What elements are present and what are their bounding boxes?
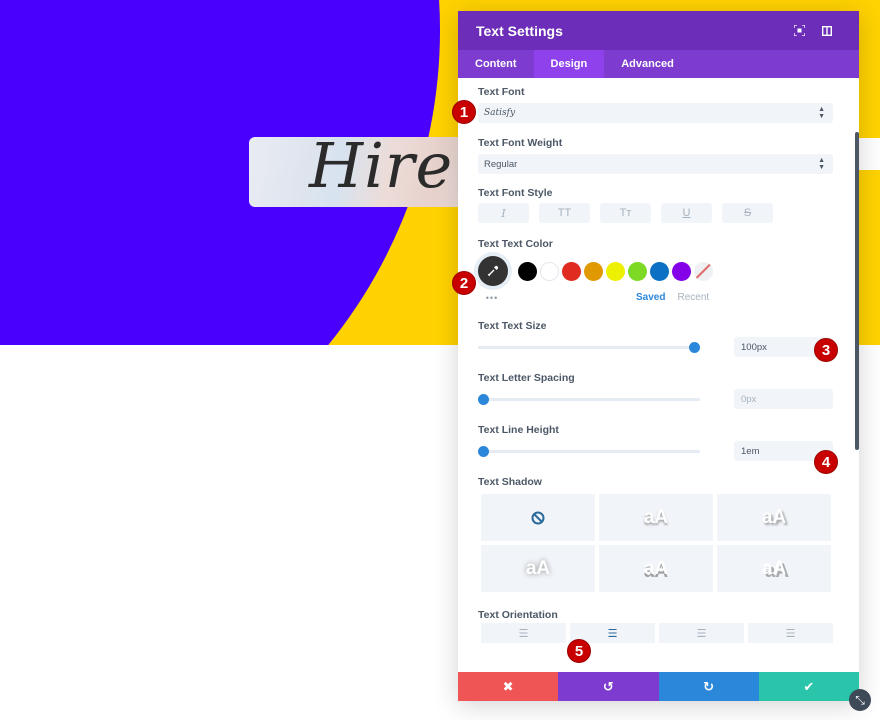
resize-handle-icon[interactable]: ⤡ <box>849 689 871 711</box>
align-left-icon: ☰ <box>518 627 529 640</box>
hire-me-headline: Hire m <box>309 137 479 202</box>
redo-button[interactable]: ↻ <box>658 672 759 701</box>
annotation-badge-3: 3 <box>814 338 838 362</box>
underline-button[interactable]: U <box>661 203 712 223</box>
close-icon: ✖ <box>502 678 514 694</box>
panel-header: Text Settings <box>458 11 859 50</box>
shadow-none-option[interactable] <box>481 494 595 541</box>
shadow-option-5[interactable]: aA <box>717 545 831 592</box>
uppercase-icon: TT <box>557 207 572 219</box>
uppercase-button[interactable]: TT <box>539 203 590 223</box>
text-font-weight-select[interactable]: Regular ▲ ▼ <box>478 154 833 174</box>
align-left-button[interactable]: ☰ <box>481 623 566 643</box>
text-size-label: Text Text Size <box>478 320 547 332</box>
more-colors-icon[interactable]: ••• <box>478 293 506 303</box>
text-font-weight-value: Regular <box>484 158 518 170</box>
swatch-red[interactable] <box>562 261 581 281</box>
swatch-no-color[interactable] <box>694 261 713 281</box>
letter-spacing-slider-knob[interactable] <box>478 393 489 405</box>
discard-button[interactable]: ✖ <box>458 672 559 701</box>
annotation-badge-2: 2 <box>452 271 476 295</box>
strikethrough-icon: S <box>743 207 752 219</box>
eyedropper-icon <box>487 265 499 277</box>
underline-icon: U <box>682 207 691 219</box>
letter-spacing-slider[interactable] <box>478 393 700 405</box>
swatch-black[interactable] <box>518 261 537 281</box>
panel-tabs: Content Design Advanced <box>458 50 859 78</box>
undo-button[interactable]: ↺ <box>558 672 659 701</box>
text-font-value: Satisfy <box>484 108 516 118</box>
line-height-label: Text Line Height <box>478 424 559 436</box>
no-shadow-icon <box>531 511 545 524</box>
panel-content: Text Font Satisfy ▲ ▼ Text Font Weight Re… <box>458 78 859 672</box>
swatch-green[interactable] <box>628 261 647 281</box>
letter-spacing-input[interactable]: 0px <box>734 389 833 409</box>
select-arrows-icon: ▲ ▼ <box>818 106 825 120</box>
panel-footer: ✖ ↺ ↻ ✔ <box>458 672 859 701</box>
hire-me-text-module[interactable]: Hire m <box>249 137 479 207</box>
hero-white-band <box>858 138 880 170</box>
shadow-option-2[interactable]: aA <box>717 494 831 541</box>
undo-icon: ↺ <box>602 678 614 694</box>
text-shadow-options: aA aA aA aA aA <box>481 494 833 592</box>
panel-title: Text Settings <box>476 22 563 39</box>
line-height-row: 1em <box>478 441 833 461</box>
text-color-label: Text Text Color <box>478 238 553 250</box>
align-justify-icon: ☰ <box>785 627 796 640</box>
annotation-badge-1: 1 <box>452 100 476 124</box>
tab-content[interactable]: Content <box>458 50 534 78</box>
annotation-badge-5: 5 <box>567 639 591 663</box>
swatch-yellow[interactable] <box>606 261 625 281</box>
swatch-orange[interactable] <box>584 261 603 281</box>
save-button[interactable]: ✔ <box>758 672 859 701</box>
text-font-weight-label: Text Font Weight <box>478 137 563 149</box>
saved-colors-tab[interactable]: Saved <box>636 292 665 303</box>
swatch-white[interactable] <box>540 261 559 281</box>
focus-icon[interactable] <box>785 21 813 41</box>
tab-design[interactable]: Design <box>533 50 605 78</box>
text-orientation-label: Text Orientation <box>478 609 558 621</box>
text-font-style-label: Text Font Style <box>478 187 553 199</box>
text-font-select[interactable]: Satisfy ▲ ▼ <box>478 103 833 123</box>
capitalize-button[interactable]: Tт <box>600 203 651 223</box>
align-right-icon: ☰ <box>696 627 707 640</box>
annotation-badge-4: 4 <box>814 450 838 474</box>
color-subrow: ••• Saved Recent <box>478 292 833 303</box>
text-size-slider[interactable] <box>478 341 700 353</box>
text-settings-panel: Text Settings Content Design Advanced Te… <box>458 11 859 701</box>
stage: Hire m Text Settings Content Design Adva… <box>0 0 880 720</box>
recent-colors-tab[interactable]: Recent <box>677 292 709 303</box>
font-style-buttons: I TT Tт U S <box>478 203 833 223</box>
letter-spacing-label: Text Letter Spacing <box>478 372 575 384</box>
shadow-option-3[interactable]: aA <box>481 545 595 592</box>
align-right-button[interactable]: ☰ <box>659 623 744 643</box>
strikethrough-button[interactable]: S <box>722 203 773 223</box>
color-swatches <box>478 256 833 286</box>
letter-spacing-row: 0px <box>478 389 833 409</box>
line-height-slider-knob[interactable] <box>478 445 489 457</box>
text-size-row: 100px <box>478 337 833 357</box>
shadow-option-1[interactable]: aA <box>599 494 713 541</box>
text-font-label: Text Font <box>478 86 525 98</box>
check-icon: ✔ <box>803 678 815 694</box>
tab-advanced[interactable]: Advanced <box>604 50 691 78</box>
text-size-slider-knob[interactable] <box>689 341 700 353</box>
align-center-icon: ☰ <box>607 627 618 640</box>
text-orientation-options: ☰ ☰ ☰ ☰ <box>481 623 833 643</box>
swatch-purple[interactable] <box>672 261 691 281</box>
italic-icon: I <box>501 206 506 220</box>
align-justify-button[interactable]: ☰ <box>748 623 833 643</box>
capitalize-icon: Tт <box>619 207 632 219</box>
select-arrows-icon: ▲ ▼ <box>818 157 825 171</box>
sidebar-toggle-icon[interactable] <box>813 21 841 41</box>
italic-button[interactable]: I <box>478 203 529 223</box>
redo-icon: ↻ <box>703 678 715 694</box>
swatch-blue[interactable] <box>650 261 669 281</box>
panel-scrollbar[interactable] <box>855 132 859 450</box>
line-height-slider[interactable] <box>478 445 700 457</box>
color-picker-button[interactable] <box>478 256 508 286</box>
shadow-option-4[interactable]: aA <box>599 545 713 592</box>
text-shadow-label: Text Shadow <box>478 476 542 488</box>
